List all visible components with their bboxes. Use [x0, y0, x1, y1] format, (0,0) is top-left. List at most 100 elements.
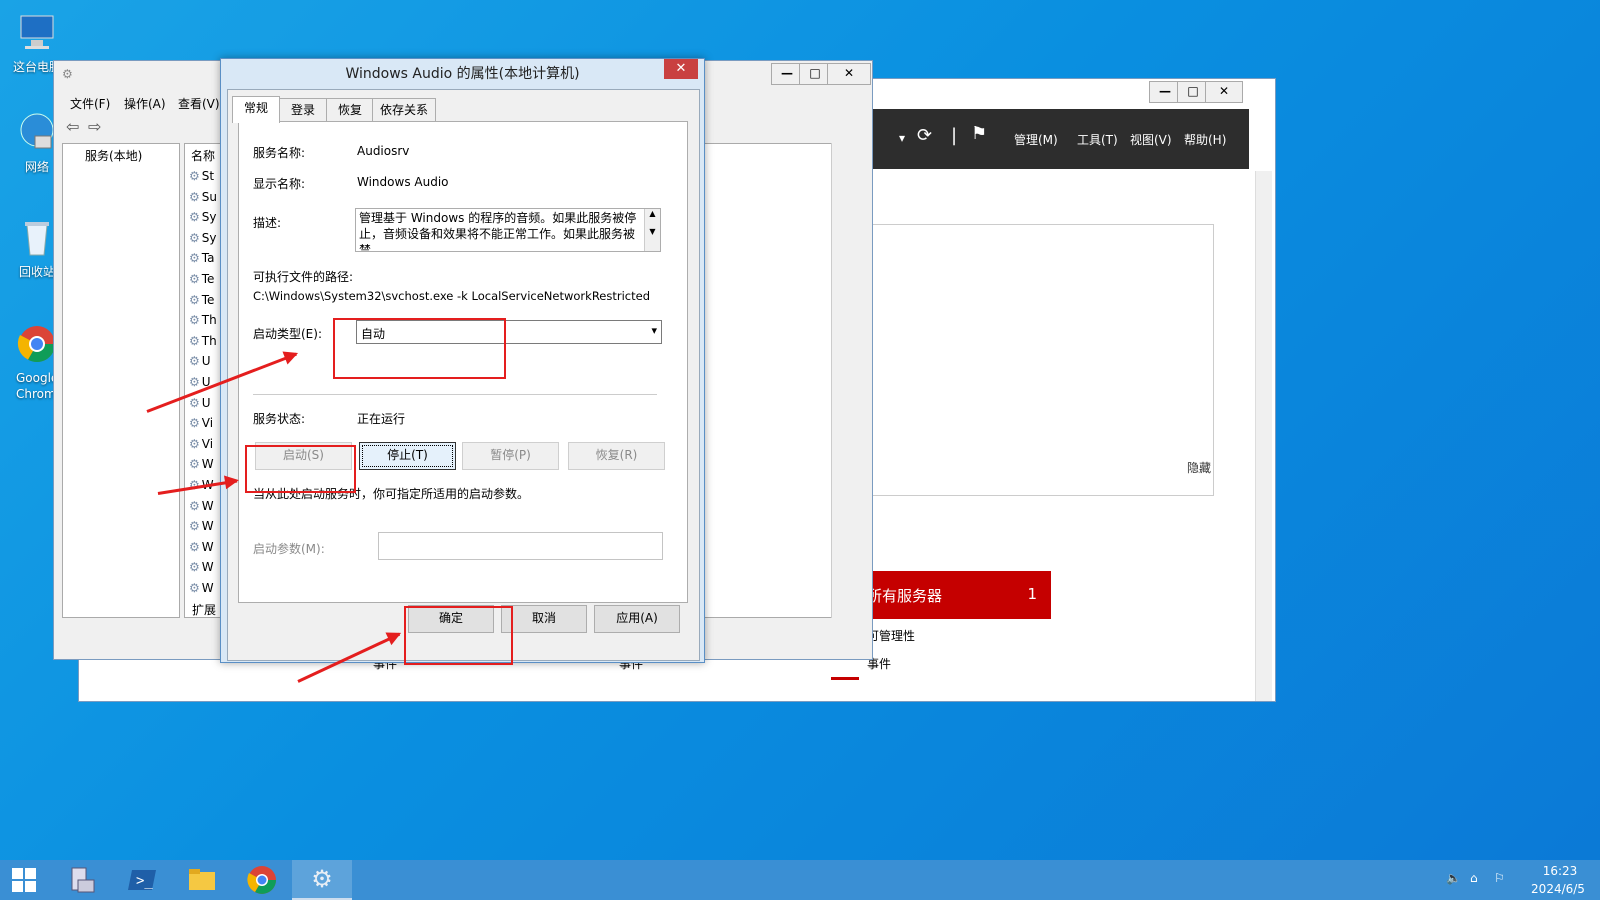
service-row[interactable]: ⚙ U — [189, 354, 211, 368]
windows-icon — [12, 868, 36, 892]
tab-dependencies[interactable]: 依存关系 — [372, 98, 436, 121]
service-row[interactable]: ⚙ Th — [189, 334, 217, 348]
description-scrollbar[interactable]: ▲ ▼ — [644, 209, 660, 251]
menu-manage[interactable]: 管理(M) — [1014, 131, 1058, 148]
gear-icon: ⚙ — [189, 230, 200, 245]
start-button[interactable] — [0, 860, 48, 900]
refresh-icon[interactable]: ⟳ — [917, 125, 932, 146]
service-row[interactable]: ⚙W — [189, 560, 214, 574]
service-row-name: Te — [201, 272, 215, 286]
apply-button[interactable]: 应用(A) — [594, 605, 680, 633]
gear-icon: ⚙ — [189, 519, 200, 534]
service-row[interactable]: ⚙ Su — [189, 190, 217, 204]
path-label: 可执行文件的路径: — [253, 270, 354, 284]
display-name-label: 显示名称: — [253, 177, 306, 191]
description-label: 描述: — [253, 216, 282, 230]
all-servers-card[interactable]: 所有服务器 1 — [859, 571, 1051, 619]
service-row[interactable]: ⚙ Te — [189, 272, 214, 286]
network-tray-icon[interactable]: ⌂ — [1470, 871, 1478, 885]
tab-extended[interactable]: 扩展 — [192, 601, 216, 618]
service-row-name: Th — [201, 333, 217, 348]
clock-date[interactable]: 2024/6/5 — [1523, 882, 1593, 896]
start-params-input[interactable] — [378, 532, 663, 560]
service-row-name: W — [201, 457, 214, 472]
menu-view[interactable]: 视图(V) — [1130, 131, 1172, 148]
tab-recovery[interactable]: 恢复 — [326, 98, 374, 121]
service-row[interactable]: ⚙ Th — [189, 313, 217, 327]
menu-help[interactable]: 帮助(H) — [1184, 131, 1226, 148]
cancel-button[interactable]: 取消 — [501, 605, 587, 633]
tree-root[interactable]: 服务(本地) — [85, 147, 142, 164]
back-icon[interactable]: ⇦ — [66, 117, 79, 136]
scrollbar[interactable] — [1255, 171, 1272, 701]
tree-pane: 服务(本地) — [62, 143, 180, 618]
volume-icon[interactable]: 🔈 — [1446, 871, 1461, 885]
menu-tools[interactable]: 工具(T) — [1077, 131, 1118, 148]
list-pane: 名称 ⚙ St ⚙ Su ⚙ Sy ⚙ Sy ⚙ Ta ⚙ Te ⚙ Te ⚙ Th ⚙ Th ⚙ U ⚙ U ⚙ U ⚙ Vi ⚙… — [184, 143, 224, 618]
startup-type-label: 启动类型(E): — [253, 327, 322, 341]
display-name-value: Windows Audio — [357, 175, 449, 189]
start-params-label: 启动参数(M): — [253, 542, 325, 556]
service-row[interactable]: ⚙W — [189, 499, 214, 513]
stop-button[interactable]: 停止(T) — [359, 442, 456, 470]
dialog-close-button[interactable]: ✕ — [664, 59, 698, 79]
close-button[interactable]: ✕ — [827, 63, 871, 85]
service-row[interactable]: ⚙W — [189, 519, 214, 533]
tab-general[interactable]: 常规 — [232, 96, 280, 123]
taskbar-file-explorer[interactable] — [172, 860, 232, 900]
gear-icon: ⚙ — [189, 395, 200, 410]
description-box[interactable]: 管理基于 Windows 的程序的音频。如果此服务被停止，音频设备和效果将不能正… — [355, 208, 661, 252]
flag-icon[interactable]: ⚑ — [971, 123, 987, 144]
hide-link[interactable]: 隐藏 — [1187, 459, 1211, 476]
close-button[interactable]: ✕ — [1205, 81, 1243, 103]
folder-icon — [189, 869, 215, 890]
taskbar-powershell[interactable]: >_ — [112, 860, 172, 900]
service-row-name: W — [201, 519, 214, 534]
taskbar-chrome[interactable] — [232, 860, 292, 900]
gear-icon: ⚙ — [189, 251, 200, 266]
tab-logon[interactable]: 登录 — [278, 98, 328, 121]
service-row[interactable]: ⚙ Te — [189, 293, 214, 307]
clock-time[interactable]: 16:23 — [1535, 864, 1585, 878]
service-row[interactable]: ⚙ Vi — [189, 437, 213, 451]
gear-icon: ⚙ — [189, 354, 200, 369]
service-row[interactable]: ⚙ Sy — [189, 231, 216, 245]
gear-icon: ⚙ — [189, 498, 200, 513]
taskbar: >_ ⚙ 🔈 ⌂ ⚐ 16:23 2024/6/5 — [0, 860, 1600, 900]
gear-icon: ⚙ — [62, 67, 73, 81]
menu-action[interactable]: 操作(A) — [124, 95, 166, 112]
taskbar-services[interactable]: ⚙ — [292, 860, 352, 900]
resume-button[interactable]: 恢复(R) — [568, 442, 665, 470]
service-row[interactable]: ⚙ Ta — [189, 251, 214, 265]
vertical-scrollbar[interactable] — [831, 143, 848, 618]
forward-icon[interactable]: ⇨ — [88, 117, 101, 136]
gear-icon: ⚙ — [189, 292, 200, 307]
menu-file[interactable]: 文件(F) — [70, 95, 110, 112]
chrome-icon — [247, 866, 276, 894]
highlight-start-button — [245, 445, 356, 493]
gear-icon: ⚙ — [189, 210, 200, 225]
service-row-name: W — [201, 581, 214, 595]
list-pane-right — [694, 143, 848, 618]
service-row[interactable]: ⚙ Sy — [189, 210, 216, 224]
action-center-icon[interactable]: ⚐ — [1494, 871, 1505, 885]
pause-button[interactable]: 暂停(P) — [462, 442, 559, 470]
service-row[interactable]: ⚙ Vi — [189, 416, 213, 430]
gear-icon: ⚙ — [189, 189, 200, 204]
service-row[interactable]: ⚙ U — [189, 396, 211, 410]
dialog-title: Windows Audio 的属性(本地计算机) — [345, 66, 580, 82]
dropdown-icon[interactable]: ▾ — [899, 131, 905, 145]
service-row[interactable]: ⚙W — [189, 457, 214, 471]
service-row[interactable]: ⚙W — [189, 540, 214, 554]
service-row-name: Su — [201, 189, 217, 204]
service-row[interactable]: ⚙ St — [189, 169, 214, 183]
menu-view[interactable]: 查看(V) — [178, 95, 220, 112]
gear-icon: ⚙ — [189, 169, 200, 183]
manageability-label[interactable]: 可管理性 — [867, 627, 915, 644]
service-row[interactable]: ⚙W — [189, 581, 214, 595]
gear-icon: ⚙ — [189, 416, 200, 431]
column-header-name[interactable]: 名称 — [191, 147, 215, 164]
chevron-down-icon: ▾ — [651, 324, 657, 337]
service-row-name: W — [201, 498, 214, 513]
taskbar-server-manager[interactable] — [52, 860, 112, 900]
